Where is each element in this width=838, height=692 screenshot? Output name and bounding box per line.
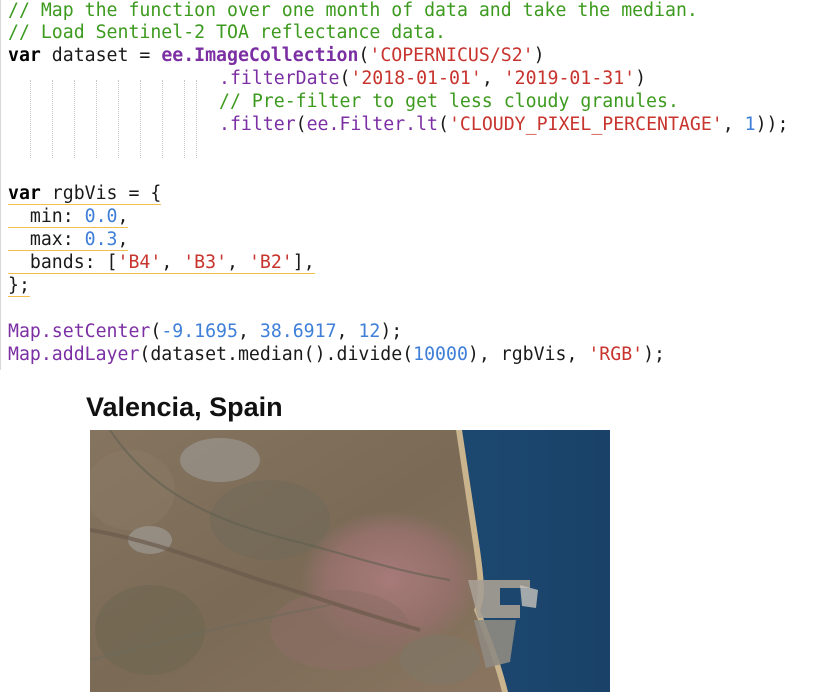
code-punct: ( xyxy=(150,321,162,342)
number-literal: 1 xyxy=(744,114,756,135)
code-punct: ) xyxy=(635,68,647,89)
code-punct: , xyxy=(161,252,184,273)
code-punct: ( xyxy=(295,114,307,135)
code-line-11: bands: ['B4', 'B3', 'B2'], xyxy=(8,252,315,274)
code-punct: , xyxy=(227,252,249,273)
method-name: .filterDate xyxy=(219,68,340,89)
number-literal: -9.1695 xyxy=(161,321,238,342)
string-literal: 'CLOUDY_PIXEL_PERCENTAGE' xyxy=(448,114,723,135)
code-punct: , xyxy=(336,321,359,342)
underlined-span: bands: ['B4', 'B3', 'B2'], xyxy=(8,252,315,274)
function-name: ee.ImageCollection xyxy=(161,45,359,66)
satellite-map[interactable] xyxy=(90,430,610,692)
string-literal: 'B4' xyxy=(117,252,162,273)
number-literal: 0.3 xyxy=(84,229,118,250)
code-punct: ); xyxy=(643,344,666,365)
code-comment: // Map the function over one month of da… xyxy=(8,0,698,21)
string-literal: 'B2' xyxy=(248,252,293,273)
string-literal: 'B3' xyxy=(183,252,228,273)
string-literal: 'RGB' xyxy=(588,344,644,365)
code-punct: ); xyxy=(380,321,403,342)
code-editor[interactable]: // Map the function over one month of da… xyxy=(0,0,838,370)
code-line-4: .filterDate('2018-01-01', '2019-01-31') xyxy=(219,68,646,90)
indent-guide xyxy=(118,80,119,158)
number-literal: 0.0 xyxy=(84,206,118,227)
indent-guide xyxy=(30,80,31,158)
function-name: ee.Filter.lt xyxy=(306,114,439,135)
code-line-6: .filter(ee.Filter.lt('CLOUDY_PIXEL_PERCE… xyxy=(219,114,788,136)
indent-guide xyxy=(196,80,197,158)
number-literal: 10000 xyxy=(413,344,468,365)
code-text: dataset = xyxy=(40,45,162,66)
code-punct: , xyxy=(117,206,129,227)
code-punct: ( xyxy=(358,45,370,66)
code-line-2: // Load Sentinel-2 TOA reflectance data. xyxy=(8,22,446,44)
editor-gutter-line xyxy=(0,0,1,370)
number-literal: 38.6917 xyxy=(259,321,337,342)
code-line-12: }; xyxy=(8,275,30,297)
code-line-15: Map.addLayer(dataset.median().divide(100… xyxy=(8,344,665,366)
string-literal: '2018-01-01' xyxy=(350,68,482,89)
code-line-5: // Pre-filter to get less cloudy granule… xyxy=(219,91,679,113)
string-literal: '2019-01-31' xyxy=(503,68,636,89)
code-punct: , xyxy=(722,114,745,135)
code-comment: // Load Sentinel-2 TOA reflectance data. xyxy=(8,22,446,43)
indent-guide xyxy=(162,80,163,158)
code-punct: )); xyxy=(755,114,789,135)
code-punct: ( xyxy=(339,68,351,89)
code-text: max: xyxy=(8,229,85,250)
indent-guide xyxy=(184,80,185,158)
code-line-9: min: 0.0, xyxy=(8,206,129,228)
string-literal: 'COPERNICUS/S2' xyxy=(369,45,534,66)
code-text: bands: [ xyxy=(8,252,118,273)
underlined-span: min: 0.0, xyxy=(8,206,129,228)
underlined-span: var rgbVis = { xyxy=(8,183,162,205)
indent-guide xyxy=(96,80,97,158)
code-text: rgbVis = { xyxy=(40,183,162,204)
code-line-1: // Map the function over one month of da… xyxy=(8,0,698,22)
keyword-var: var xyxy=(8,183,41,204)
code-punct: , xyxy=(481,68,504,89)
code-punct: ], xyxy=(292,252,315,273)
code-line-8: var rgbVis = { xyxy=(8,183,162,205)
indent-guide xyxy=(52,80,53,158)
code-line-10: max: 0.3, xyxy=(8,229,129,251)
code-line-14: Map.setCenter(-9.1695, 38.6917, 12); xyxy=(8,321,402,343)
method-name: .filter xyxy=(219,114,296,135)
code-line-3: var dataset = ee.ImageCollection('COPERN… xyxy=(8,45,545,67)
indent-guide xyxy=(140,80,141,158)
indent-guide xyxy=(74,80,75,158)
code-text: min: xyxy=(8,206,85,227)
code-text: ), rgbVis, xyxy=(467,344,589,365)
code-punct: ) xyxy=(533,45,545,66)
code-text: (dataset.median().divide( xyxy=(139,344,414,365)
function-name: Map.addLayer xyxy=(8,344,140,365)
map-title: Valencia, Spain xyxy=(86,392,283,422)
underlined-span: }; xyxy=(8,275,30,297)
code-punct: ( xyxy=(438,114,449,135)
number-literal: 12 xyxy=(358,321,381,342)
function-name: Map.setCenter xyxy=(8,321,151,342)
keyword-var: var xyxy=(8,45,41,66)
satellite-image xyxy=(90,430,610,692)
code-punct: , xyxy=(117,229,129,250)
code-comment: // Pre-filter to get less cloudy granule… xyxy=(219,91,679,112)
code-punct: , xyxy=(237,321,260,342)
underlined-span: max: 0.3, xyxy=(8,229,129,251)
